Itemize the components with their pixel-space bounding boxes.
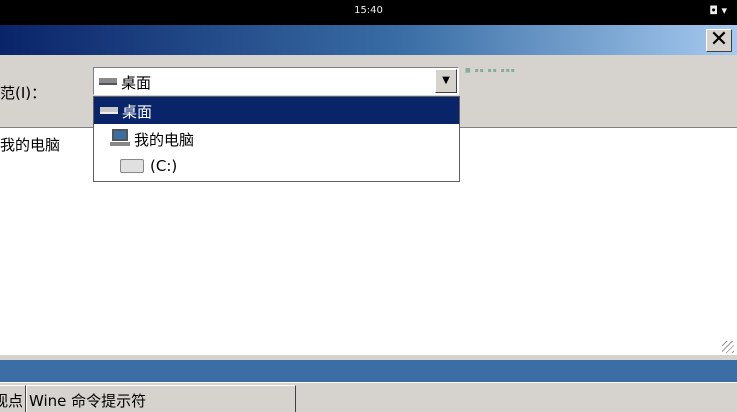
toolbar-icons[interactable]: ■ ▪▪ ▪▪ ▪▪▪ <box>465 67 516 74</box>
resize-grip-icon[interactable] <box>722 341 734 353</box>
look-in-combo[interactable]: 桌面 ▼ <box>93 67 459 95</box>
drive-icon <box>100 107 118 114</box>
dropdown-item-label: (C:) <box>150 157 178 175</box>
open-dialog: ✕ 范(I)： 桌面 ▼ ■ ▪▪ ▪▪ ▪▪▪ 我的电脑 <box>0 25 737 360</box>
look-in-label: 范(I)： <box>0 84 47 102</box>
drive-icon <box>99 78 117 85</box>
dropdown-item-c-drive[interactable]: (C:) <box>94 153 459 180</box>
status-time: 15:40 <box>354 5 383 16</box>
taskbar-button-wine-cmd[interactable]: Wine 命令提示符 <box>26 385 296 412</box>
look-in-dropdown-list[interactable]: 桌面 我的电脑 (C:) <box>93 96 460 182</box>
dropdown-item-my-computer[interactable]: 我的电脑 <box>94 125 459 152</box>
computer-icon <box>110 128 130 148</box>
desktop-strip <box>0 360 737 382</box>
taskbar-button-viewpoint[interactable]: 视点 <box>0 385 26 412</box>
taskbar: 视点 Wine 命令提示符 <box>0 382 737 412</box>
dropdown-item-label: 桌面 <box>122 103 153 121</box>
title-bar[interactable]: ✕ <box>0 25 737 55</box>
status-icons: ◘ ▾ <box>709 4 727 17</box>
dropdown-item-desktop[interactable]: 桌面 <box>94 97 459 124</box>
dropdown-arrow-icon[interactable]: ▼ <box>435 69 457 93</box>
dropdown-item-label: 我的电脑 <box>134 131 195 149</box>
list-item[interactable]: 我的电脑 <box>0 134 60 155</box>
close-button[interactable]: ✕ <box>706 29 732 52</box>
disk-icon <box>120 159 144 173</box>
status-bar: 15:40 ◘ ▾ <box>0 0 737 25</box>
look-in-value: 桌面 <box>121 74 152 92</box>
